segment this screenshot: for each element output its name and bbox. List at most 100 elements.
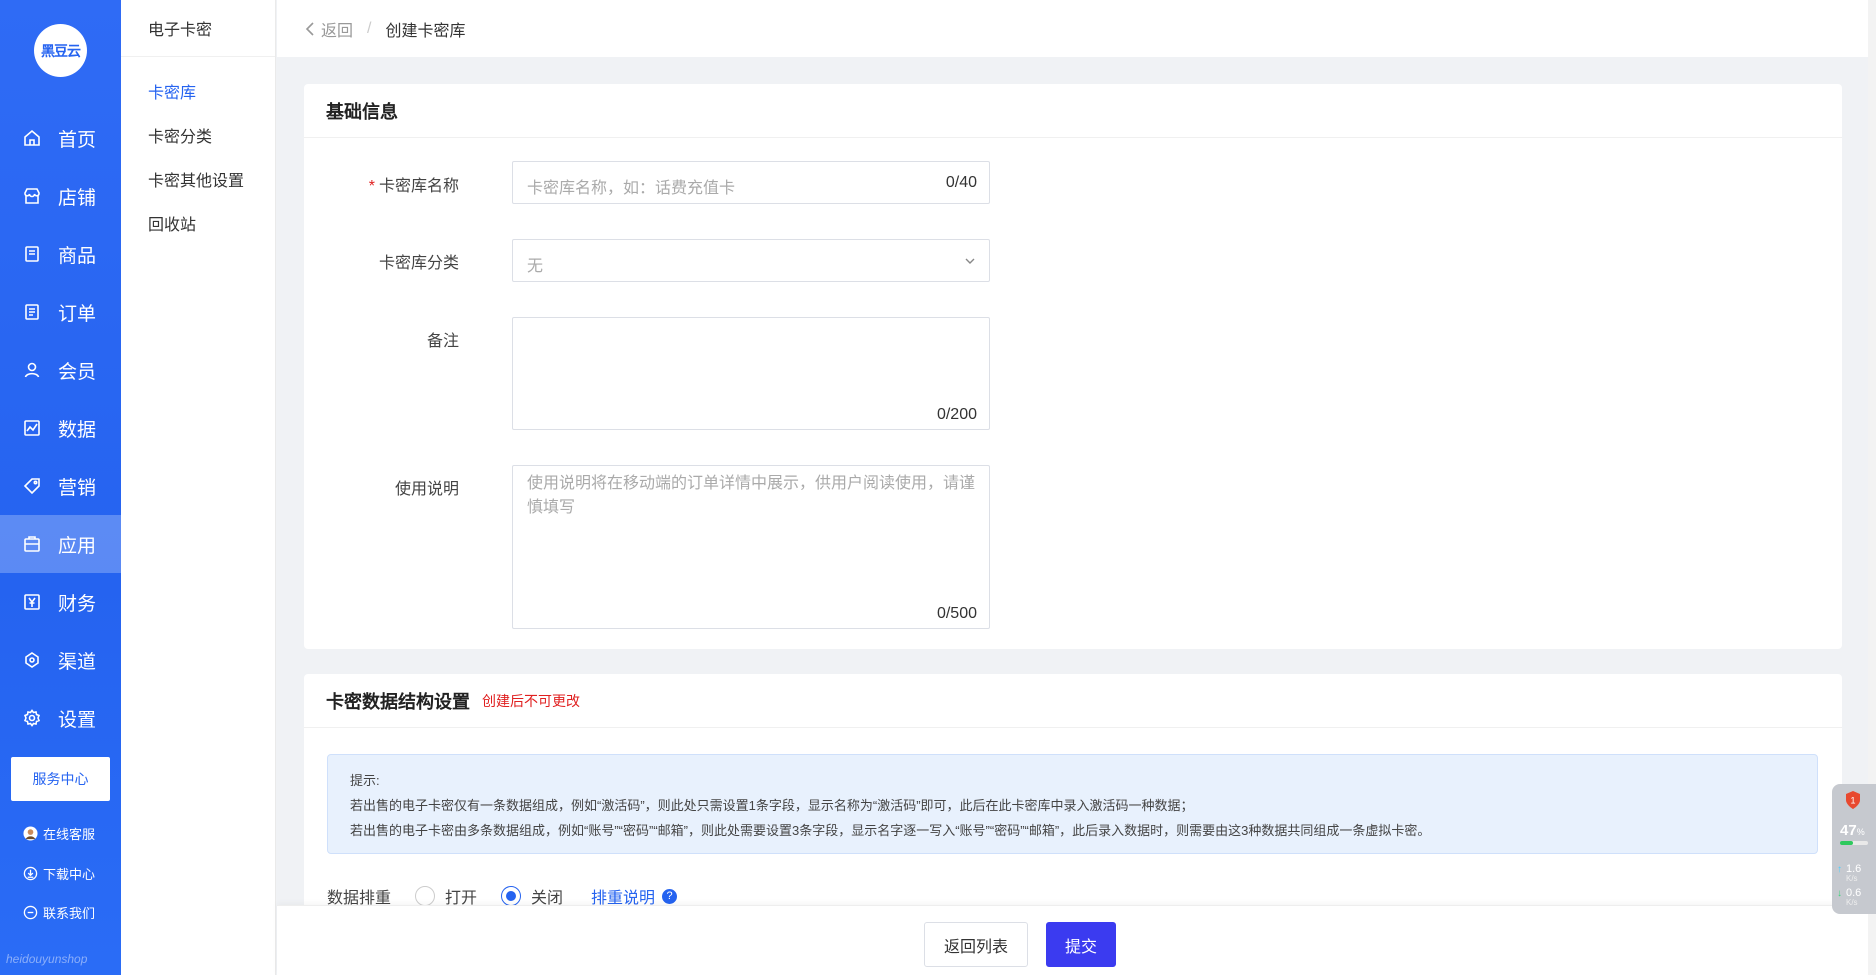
nav-label: 渠道	[58, 651, 97, 673]
usage-char-count: 0/500	[936, 605, 977, 622]
back-label: 返回	[321, 22, 354, 40]
nav-label: 商品	[58, 245, 97, 267]
usage-textarea[interactable]: 使用说明将在移动端的订单详情中展示，供用户阅读使用，请谨慎填写 0/500	[512, 465, 990, 629]
action-bar: 返回列表 提交	[277, 905, 1873, 975]
shield-icon: 1	[1844, 790, 1862, 810]
tip-line-2: 若出售的电子卡密由多条数据组成，例如“账号”“密码”“邮箱”，则此处需要设置3条…	[350, 823, 1431, 838]
channel-icon	[22, 650, 42, 670]
back-link[interactable]: 返回	[305, 17, 353, 41]
name-char-count: 0/40	[945, 174, 977, 191]
main-nav: 首页 店铺 商品 订单 会员 数据 营销 应用 财务 渠道 设置	[0, 109, 121, 747]
cpu-percent-unit: %	[1856, 827, 1865, 837]
sub-sidebar-title: 电子卡密	[121, 0, 275, 57]
gear-icon	[22, 708, 42, 728]
download-center-link[interactable]: 下载中心	[22, 864, 95, 883]
network-monitor-widget[interactable]: 1 47% ↑ 1.6 K/s ↓ 0.6 K/s	[1832, 784, 1876, 914]
download-speed: 0.6 K/s	[1846, 888, 1861, 908]
basic-info-header: 基础信息	[304, 84, 1842, 138]
basic-info-title: 基础信息	[326, 101, 398, 122]
online-service-label: 在线客服	[43, 827, 96, 842]
home-icon	[22, 128, 42, 148]
product-icon	[22, 244, 42, 264]
tip-box: 提示: 若出售的电子卡密仅有一条数据组成，例如“激活码”，则此处只需设置1条字段…	[327, 754, 1818, 854]
download-arrow-icon: ↓	[1837, 888, 1842, 899]
contact-us-link[interactable]: 联系我们	[22, 903, 95, 922]
nav-item-member[interactable]: 会员	[0, 341, 121, 399]
upload-speed-unit: K/s	[1846, 874, 1858, 883]
upload-speed: 1.6 K/s	[1846, 864, 1861, 884]
download-icon	[22, 866, 38, 882]
remark-textarea[interactable]: 0/200	[512, 317, 990, 430]
nav-label: 会员	[58, 361, 97, 383]
nav-item-home[interactable]: 首页	[0, 109, 121, 167]
nav-label: 设置	[58, 709, 97, 731]
page-title: 创建卡密库	[385, 22, 466, 40]
cpu-percent-value: 47	[1840, 822, 1857, 839]
nav-label: 首页	[58, 129, 97, 151]
nav-item-order[interactable]: 订单	[0, 283, 121, 341]
structure-header: 卡密数据结构设置 创建后不可更改	[304, 674, 1842, 728]
nav-label: 订单	[58, 303, 97, 325]
submit-button[interactable]: 提交	[1046, 922, 1116, 967]
nav-item-store[interactable]: 店铺	[0, 167, 121, 225]
usage-placeholder: 使用说明将在移动端的订单详情中展示，供用户阅读使用，请谨慎填写	[527, 475, 976, 516]
subnav-item-card-category[interactable]: 卡密分类	[121, 113, 275, 157]
name-input[interactable]: 卡密库名称，如：话费充值卡 0/40	[512, 161, 990, 204]
back-to-list-button[interactable]: 返回列表	[924, 922, 1028, 967]
cpu-percent: 47%	[1840, 822, 1865, 839]
service-center-button[interactable]: 服务中心	[11, 757, 110, 801]
subnav-item-card-library[interactable]: 卡密库	[121, 69, 275, 113]
cpu-bar-fill	[1840, 841, 1853, 845]
question-icon: ?	[662, 888, 678, 904]
breadcrumb-separator: /	[367, 19, 372, 37]
finance-icon	[22, 592, 42, 612]
subnav-item-recycle-bin[interactable]: 回收站	[121, 201, 275, 245]
structure-title: 卡密数据结构设置	[326, 691, 470, 712]
nav-label: 营销	[58, 477, 97, 499]
svg-text:1: 1	[1850, 796, 1855, 806]
nav-item-data[interactable]: 数据	[0, 399, 121, 457]
structure-warning: 创建后不可更改	[482, 692, 580, 709]
tip-line-1: 若出售的电子卡密仅有一条数据组成，例如“激活码”，则此处只需设置1条字段，显示名…	[350, 798, 1194, 813]
avatar-icon	[22, 826, 38, 842]
cpu-bar	[1840, 841, 1868, 845]
brand-watermark: heidouyunshop	[6, 952, 88, 966]
nav-label: 应用	[58, 535, 97, 557]
remark-char-count: 0/200	[936, 406, 977, 423]
brand-logo[interactable]: 黑豆云	[34, 24, 87, 77]
usage-label: 使用说明	[394, 481, 459, 498]
radio-circle-selected	[501, 886, 522, 906]
download-center-label: 下载中心	[43, 867, 96, 882]
brand-logo-text: 黑豆云	[41, 42, 81, 59]
chevron-left-icon	[305, 21, 315, 36]
nav-item-marketing[interactable]: 营销	[0, 457, 121, 515]
nav-label: 店铺	[58, 187, 97, 209]
radio-circle	[415, 886, 436, 906]
contact-us-label: 联系我们	[43, 906, 96, 921]
category-select[interactable]: 无	[512, 239, 990, 282]
nav-item-channel[interactable]: 渠道	[0, 631, 121, 689]
category-selected-value: 无	[527, 258, 544, 275]
app-icon	[22, 534, 42, 554]
nav-item-product[interactable]: 商品	[0, 225, 121, 283]
basic-info-card: 基础信息 * 卡密库名称 卡密库名称，如：话费充值卡 0/40 卡密库分类 无 备…	[304, 84, 1842, 649]
name-label: * 卡密库名称	[309, 172, 459, 196]
remark-label: 备注	[426, 333, 459, 350]
sub-sidebar: 电子卡密 卡密库 卡密分类 卡密其他设置 回收站	[121, 0, 276, 975]
nav-item-finance[interactable]: 财务	[0, 573, 121, 631]
nav-item-settings[interactable]: 设置	[0, 689, 121, 747]
download-speed-unit: K/s	[1846, 898, 1858, 907]
name-placeholder: 卡密库名称，如：话费充值卡	[527, 180, 736, 197]
main-sidebar: 黑豆云 首页 店铺 商品 订单 会员 数据 营销 应用 财务 渠道 设置 服务中…	[0, 0, 121, 975]
chevron-down-icon	[963, 254, 977, 268]
nav-item-app[interactable]: 应用	[0, 515, 121, 573]
subnav-item-other-settings[interactable]: 卡密其他设置	[121, 157, 275, 201]
name-label-text: 卡密库名称	[378, 178, 459, 195]
tag-icon	[22, 476, 42, 496]
user-icon	[22, 360, 42, 380]
message-icon	[22, 905, 38, 921]
online-service-link[interactable]: 在线客服	[22, 824, 95, 843]
required-mark: *	[368, 178, 375, 195]
upload-arrow-icon: ↑	[1837, 864, 1842, 875]
tip-title: 提示:	[350, 773, 380, 788]
